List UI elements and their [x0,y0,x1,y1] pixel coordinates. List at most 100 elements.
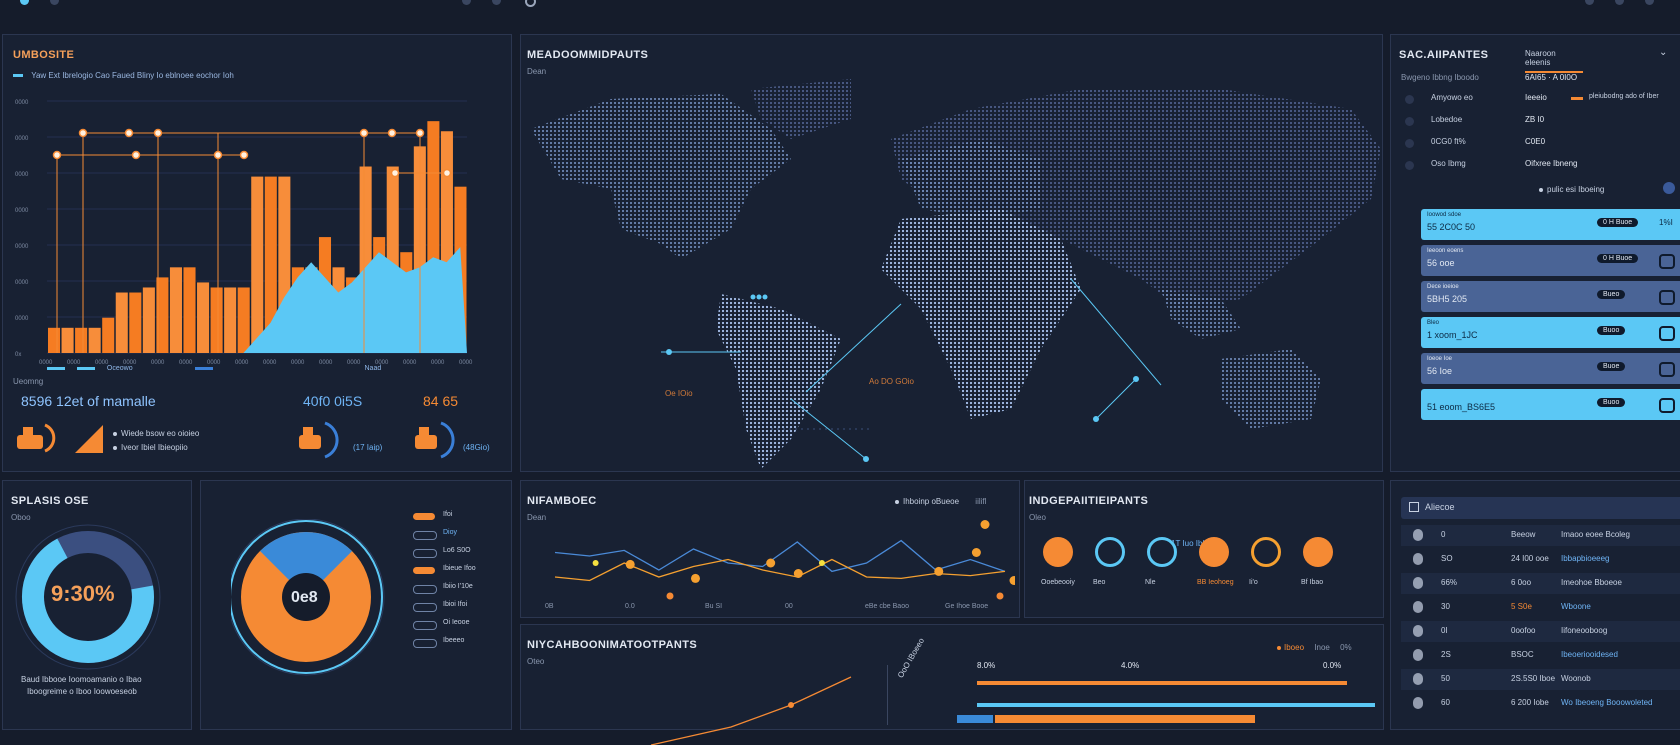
battery-icon[interactable] [1147,537,1177,567]
cog-icon[interactable] [1199,537,1229,567]
table-row[interactable]: 0I 0oofoo Iifoneooboog [1401,621,1680,642]
gauge-label: (17 Iaip) [353,443,383,452]
status-badge[interactable]: 0 H Buoe [1597,218,1639,227]
list-item[interactable]: Dece ioeioe 5BH5 205 Bueo [1421,281,1680,312]
row-value: C0E0 [1525,137,1546,146]
africa-shape [881,209,1081,419]
legend-swatch [413,513,435,520]
tab-label: Naaroon eleenis [1525,49,1556,67]
status-dot [1405,95,1414,104]
table-cell: 6 0oo [1511,578,1532,587]
cloud-icon[interactable] [1251,537,1281,567]
bar [210,287,223,353]
note-text: Iveor Ibiel Ibieopiio [121,443,188,452]
table-cell: Ibeoeriooidesed [1561,650,1618,659]
table-icon [1409,502,1419,512]
table-row[interactable]: 60 6 200 Iobe Wo Ibeoeng Booowoleted [1401,693,1680,714]
chart-icon [17,423,56,453]
status-badge[interactable]: Buoe [1597,362,1626,371]
table-row[interactable]: 50 2S.5S0 Iboe Woonob [1401,669,1680,690]
toggle-icon[interactable] [1659,362,1675,377]
bar [237,287,250,353]
list-item-extra: 1%I [1659,218,1673,227]
row-extra: pleiubodng ado of Iber [1589,93,1659,100]
table-cell: Imeohoe Bboeoe [1561,578,1622,587]
line-chart [554,520,1015,600]
top-indicator-dot [50,0,59,5]
table-cell: 0oofoo [1511,626,1536,635]
data-point [1009,576,1015,585]
chevron-down-icon[interactable]: ⌄ [1659,47,1667,58]
connector-point [390,168,400,178]
list-item[interactable]: Ioowod sdoe 55 2C0C 50 0 H Buoe 1%I [1421,209,1680,240]
y-tick-label: 0000 [15,280,29,286]
australia-shape [1221,349,1321,429]
y-tick-label: 0x [15,352,21,358]
toggle-icon[interactable] [1659,254,1675,269]
x-tick-label: 0000 [459,360,473,366]
x-tick-label: 00 [785,603,793,610]
list-item-label: Bleo [1427,320,1440,326]
person-icon [1413,577,1423,589]
legend-label: Ifoi [443,511,453,518]
table-cell: 2S.5S0 Iboe [1511,674,1556,683]
panel-title: SAC.AIIPANTES [1399,49,1489,61]
table-cell: 0I [1441,626,1448,635]
line-chart-panel: NIFAMBOEC Ihboinp oBueoe iilifl Dean 0B 0… [520,480,1020,618]
y-tick-label: 0000 [15,208,29,214]
row-value: ZB I0 [1525,115,1545,124]
donut-caption: Iboogreime o Iboo Ioowoeseob [27,687,137,696]
rocket-icon[interactable] [1043,537,1073,567]
legend-swatch [413,639,437,648]
bar [75,327,88,353]
person-icon [1413,553,1423,565]
list-item[interactable]: 51 eoom_BS6E5 Buoo [1421,389,1680,420]
bar-orange-2 [995,715,1255,723]
tick-label: 8.0% [977,661,996,670]
map-label: Oe IOio [665,389,693,398]
toggle-icon[interactable] [1659,398,1675,413]
status-badge[interactable]: Buoo [1597,398,1626,407]
y-tick-label: 0000 [15,316,29,322]
data-point [980,520,990,529]
gear-icon[interactable] [1095,537,1125,567]
tab-active[interactable]: Naaroon eleenis [1525,49,1583,73]
icon-label: Nle [1145,579,1156,586]
bar [224,287,237,353]
status-badge[interactable]: 0 H Buoe [1597,254,1639,263]
row-label: Oso Ibmg [1431,159,1466,168]
bar [48,327,61,353]
top-indicator-dot [525,0,536,7]
settings-icon[interactable] [1303,537,1333,567]
toggle-icon[interactable] [1659,290,1675,305]
list-item[interactable]: Ioeoe Ioe 56 Ioe Buoe [1421,353,1680,384]
x-tick-label: eBe cbe Baoo [865,603,909,610]
south-america-shape [716,294,841,469]
table-row[interactable]: 30 5 S0e Wboone [1401,597,1680,618]
data-point [766,558,776,568]
list-item[interactable]: Bleo 1 xoom_1JC Buoo [1421,317,1680,348]
table-row[interactable]: SO 24 I00 ooe Ibbapbioeeeg [1401,549,1680,570]
table-row[interactable]: 2S BSOC Ibeoeriooidesed [1401,645,1680,666]
donut-value: 9:30% [51,581,115,606]
row-label: Lobedoe [1431,115,1463,124]
bottom-legend: Iboeo Inoe 0% [1277,643,1352,652]
toggle-icon[interactable] [1663,182,1675,194]
table-cell: 50 [1441,674,1450,683]
person-icon [1413,649,1423,661]
bullet-icon [113,446,117,450]
data-point [793,569,803,578]
x-tick-label: 0B [545,603,554,610]
trend-line [651,676,852,745]
table-row[interactable]: 66% 6 0oo Imeohoe Bboeoe [1401,573,1680,594]
bottom-legend-text-3: 0% [1340,643,1352,652]
list-item[interactable]: Ieeoon eoens 56 ooe 0 H Buoe [1421,245,1680,276]
status-badge[interactable]: Bueo [1597,290,1626,299]
series-caption-2: Naad [364,365,382,372]
status-badge[interactable]: Buoo [1597,326,1626,335]
icon-label: Ii'o [1249,579,1258,586]
icons-panel: INDGEPAIITIEIPANTS Oleo 6AI1T Iuo Iblbno… [1024,480,1384,618]
tick-label: 0.0% [1323,661,1342,670]
table-row[interactable]: 0 Beeow Imaoo eoee Bcoleg [1401,525,1680,546]
toggle-icon[interactable] [1659,326,1675,341]
